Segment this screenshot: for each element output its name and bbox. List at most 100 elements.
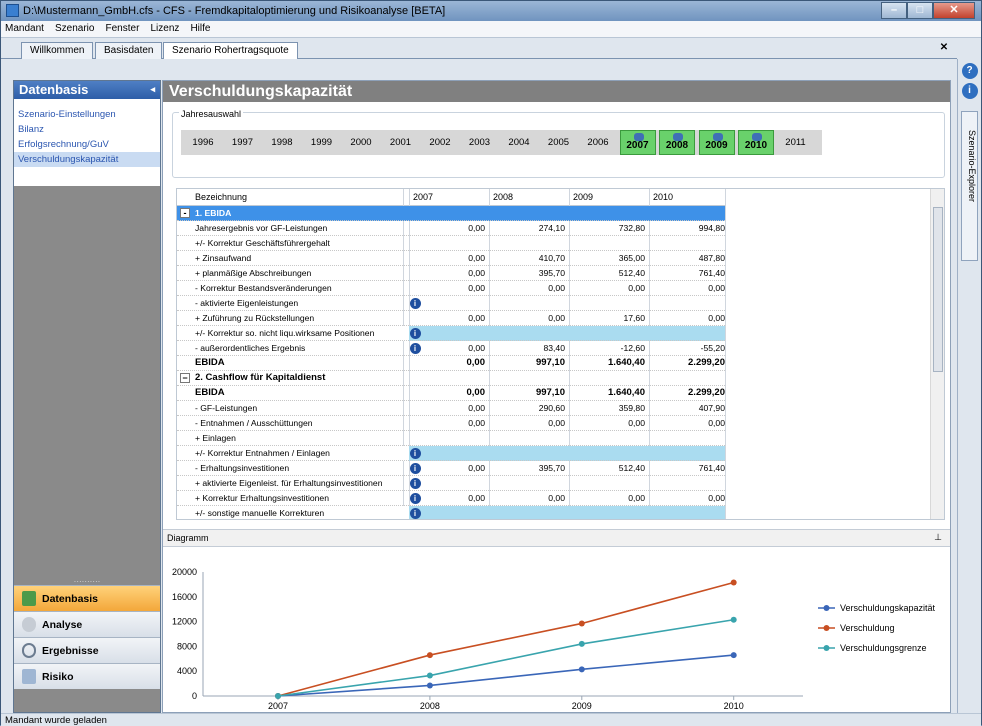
close-button[interactable]: ✕ bbox=[933, 2, 975, 19]
cell-2007[interactable]: 0,00 bbox=[409, 281, 485, 295]
cell-2008[interactable]: 274,10 bbox=[489, 221, 565, 235]
cell-2008[interactable]: 395,70 bbox=[489, 266, 565, 280]
cell-2007[interactable]: 0,00 bbox=[409, 416, 485, 430]
info-icon[interactable]: i bbox=[409, 478, 421, 489]
grid-vertical-scrollbar[interactable] bbox=[930, 189, 944, 519]
sidebar-item-szenario-einstellungen[interactable]: Szenario-Einstellungen bbox=[14, 107, 160, 122]
cell-2008[interactable]: 0,00 bbox=[489, 416, 565, 430]
cell-2008[interactable]: 83,40 bbox=[489, 341, 565, 355]
year-1998[interactable]: 1998 bbox=[264, 130, 300, 155]
col-header-2009[interactable]: 2009 bbox=[573, 192, 593, 202]
info-icon[interactable]: i bbox=[409, 298, 421, 309]
year-2001[interactable]: 2001 bbox=[383, 130, 419, 155]
table-row[interactable]: - Korrektur Bestandsveränderungen 0,00 0,0… bbox=[177, 281, 725, 296]
szenario-explorer-tab[interactable]: Szenario-Explorer bbox=[961, 111, 978, 261]
col-header-2010[interactable]: 2010 bbox=[653, 192, 673, 202]
menu-fenster[interactable]: Fenster bbox=[102, 21, 144, 36]
cell-2009[interactable]: 0,00 bbox=[569, 416, 645, 430]
cell-2010[interactable]: 407,90 bbox=[649, 401, 725, 415]
sidebar-item-erfolgsrechnung[interactable]: Erfolgsrechnung/GuV bbox=[14, 137, 160, 152]
cell-2010[interactable]: 994,80 bbox=[649, 221, 725, 235]
collapse-icon[interactable]: − bbox=[180, 373, 190, 383]
col-header-bezeichnung[interactable]: Bezeichnung bbox=[195, 192, 247, 202]
cell-2009[interactable]: 365,00 bbox=[569, 251, 645, 265]
cell-2007[interactable]: 0,00 bbox=[409, 266, 485, 280]
pin-icon[interactable]: ◂ bbox=[150, 84, 155, 95]
minimize-button[interactable]: – bbox=[881, 2, 907, 19]
scrollbar-thumb[interactable] bbox=[933, 207, 943, 372]
year-2011[interactable]: 2011 bbox=[778, 130, 814, 155]
cell-2007[interactable]: 0,00 bbox=[409, 386, 486, 400]
cell-2008[interactable]: 997,10 bbox=[489, 356, 565, 370]
table-row[interactable]: - Erhaltungsinvestitionen i 0,00 395,70 512,… bbox=[177, 461, 725, 476]
table-row[interactable]: - Entnahmen / Ausschüttungen 0,00 0,00 0,00… bbox=[177, 416, 725, 431]
info-icon[interactable]: i bbox=[409, 508, 421, 519]
cell-2007[interactable]: 0,00 bbox=[409, 461, 485, 475]
table-row[interactable]: + Einlagen bbox=[177, 431, 725, 446]
cell-2008[interactable]: 290,60 bbox=[489, 401, 565, 415]
cell-2007[interactable]: 0,00 bbox=[409, 356, 486, 370]
menu-hilfe[interactable]: Hilfe bbox=[186, 21, 214, 36]
year-2002[interactable]: 2002 bbox=[422, 130, 458, 155]
cell-2010[interactable]: 0,00 bbox=[649, 311, 725, 325]
table-row[interactable]: + Korrektur Erhaltungsinvestitionen i 0,00… bbox=[177, 491, 725, 506]
cell-2010[interactable]: 487,80 bbox=[649, 251, 725, 265]
cell-2008[interactable]: 997,10 bbox=[489, 386, 565, 400]
year-2010[interactable]: 2010 bbox=[738, 130, 774, 155]
year-1996[interactable]: 1996 bbox=[185, 130, 221, 155]
table-row[interactable]: - aktivierte Eigenleistungen i bbox=[177, 296, 725, 311]
cell-2009[interactable]: 512,40 bbox=[569, 266, 645, 280]
tab-szenario-rohertragsquote[interactable]: Szenario Rohertragsquote bbox=[163, 42, 298, 59]
cell-2009[interactable]: 1.640,40 bbox=[569, 386, 645, 400]
menu-szenario[interactable]: Szenario bbox=[51, 21, 98, 36]
year-2009[interactable]: 2009 bbox=[698, 130, 735, 155]
table-row[interactable]: + planmäßige Abschreibungen 0,00 395,70 512… bbox=[177, 266, 725, 281]
cell-2007[interactable]: 0,00 bbox=[409, 221, 485, 235]
cell-2009[interactable]: 1.640,40 bbox=[569, 356, 645, 370]
year-2008[interactable]: 2008 bbox=[659, 130, 695, 155]
table-row[interactable]: +/- sonstige manuelle Korrekturen i bbox=[177, 506, 725, 519]
table-row[interactable]: Jahresergebnis vor GF-Leistungen 0,00 274,… bbox=[177, 221, 725, 236]
col-header-2007[interactable]: 2007 bbox=[413, 192, 433, 202]
year-2004[interactable]: 2004 bbox=[501, 130, 537, 155]
cell-2007[interactable]: 0,00 bbox=[409, 311, 485, 325]
info-icon[interactable]: i bbox=[961, 83, 978, 99]
cell-2008[interactable]: 395,70 bbox=[489, 461, 565, 475]
nav-datenbasis[interactable]: Datenbasis bbox=[14, 585, 160, 611]
year-2006[interactable]: 2006 bbox=[580, 130, 616, 155]
cell-2010[interactable]: 0,00 bbox=[649, 416, 725, 430]
cell-2007[interactable]: 0,00 bbox=[409, 251, 485, 265]
cell-2008[interactable]: 0,00 bbox=[489, 491, 565, 505]
close-tab-icon[interactable]: ✕ bbox=[937, 42, 951, 56]
cell-2009[interactable]: 17,60 bbox=[569, 311, 645, 325]
group-row[interactable]: −2. Cashflow für Kapitaldienst bbox=[177, 371, 725, 386]
nav-analyse[interactable]: Analyse bbox=[14, 611, 160, 637]
tab-basisdaten[interactable]: Basisdaten bbox=[95, 42, 163, 59]
tab-willkommen[interactable]: Willkommen bbox=[21, 42, 94, 59]
cell-2007[interactable]: 0,00 bbox=[409, 341, 485, 355]
cell-2007[interactable]: 0,00 bbox=[409, 401, 485, 415]
cell-2009[interactable]: -12,60 bbox=[569, 341, 645, 355]
sidebar-item-verschuldungskapazitaet[interactable]: Verschuldungskapazität bbox=[14, 152, 160, 167]
info-icon[interactable]: i bbox=[409, 448, 421, 459]
nav-ergebnisse[interactable]: Ergebnisse bbox=[14, 637, 160, 663]
year-2003[interactable]: 2003 bbox=[462, 130, 498, 155]
cell-2007[interactable]: 0,00 bbox=[409, 491, 485, 505]
table-row[interactable]: +/- Korrektur Geschäftsführergehalt bbox=[177, 236, 725, 251]
menu-mandant[interactable]: Mandant bbox=[1, 21, 48, 36]
cell-2009[interactable]: 0,00 bbox=[569, 491, 645, 505]
cell-2008[interactable]: 410,70 bbox=[489, 251, 565, 265]
year-1999[interactable]: 1999 bbox=[304, 130, 340, 155]
table-row[interactable]: - außerordentliches Ergebnis i 0,00 83,40 -1… bbox=[177, 341, 725, 356]
group-row[interactable]: -1. EBIDA bbox=[177, 206, 725, 221]
cell-2010[interactable]: 2.299,20 bbox=[649, 386, 725, 400]
info-icon[interactable]: i bbox=[409, 328, 421, 339]
sidebar-item-bilanz[interactable]: Bilanz bbox=[14, 122, 160, 137]
cell-2010[interactable]: 0,00 bbox=[649, 491, 725, 505]
cell-2010[interactable]: -55,20 bbox=[649, 341, 725, 355]
cell-2010[interactable]: 2.299,20 bbox=[649, 356, 725, 370]
collapse-icon[interactable]: - bbox=[180, 208, 190, 218]
pin-icon[interactable]: ⊥ bbox=[934, 532, 942, 543]
splitter-grip[interactable]: ·········· bbox=[14, 577, 160, 586]
cell-2010[interactable]: 761,40 bbox=[649, 266, 725, 280]
